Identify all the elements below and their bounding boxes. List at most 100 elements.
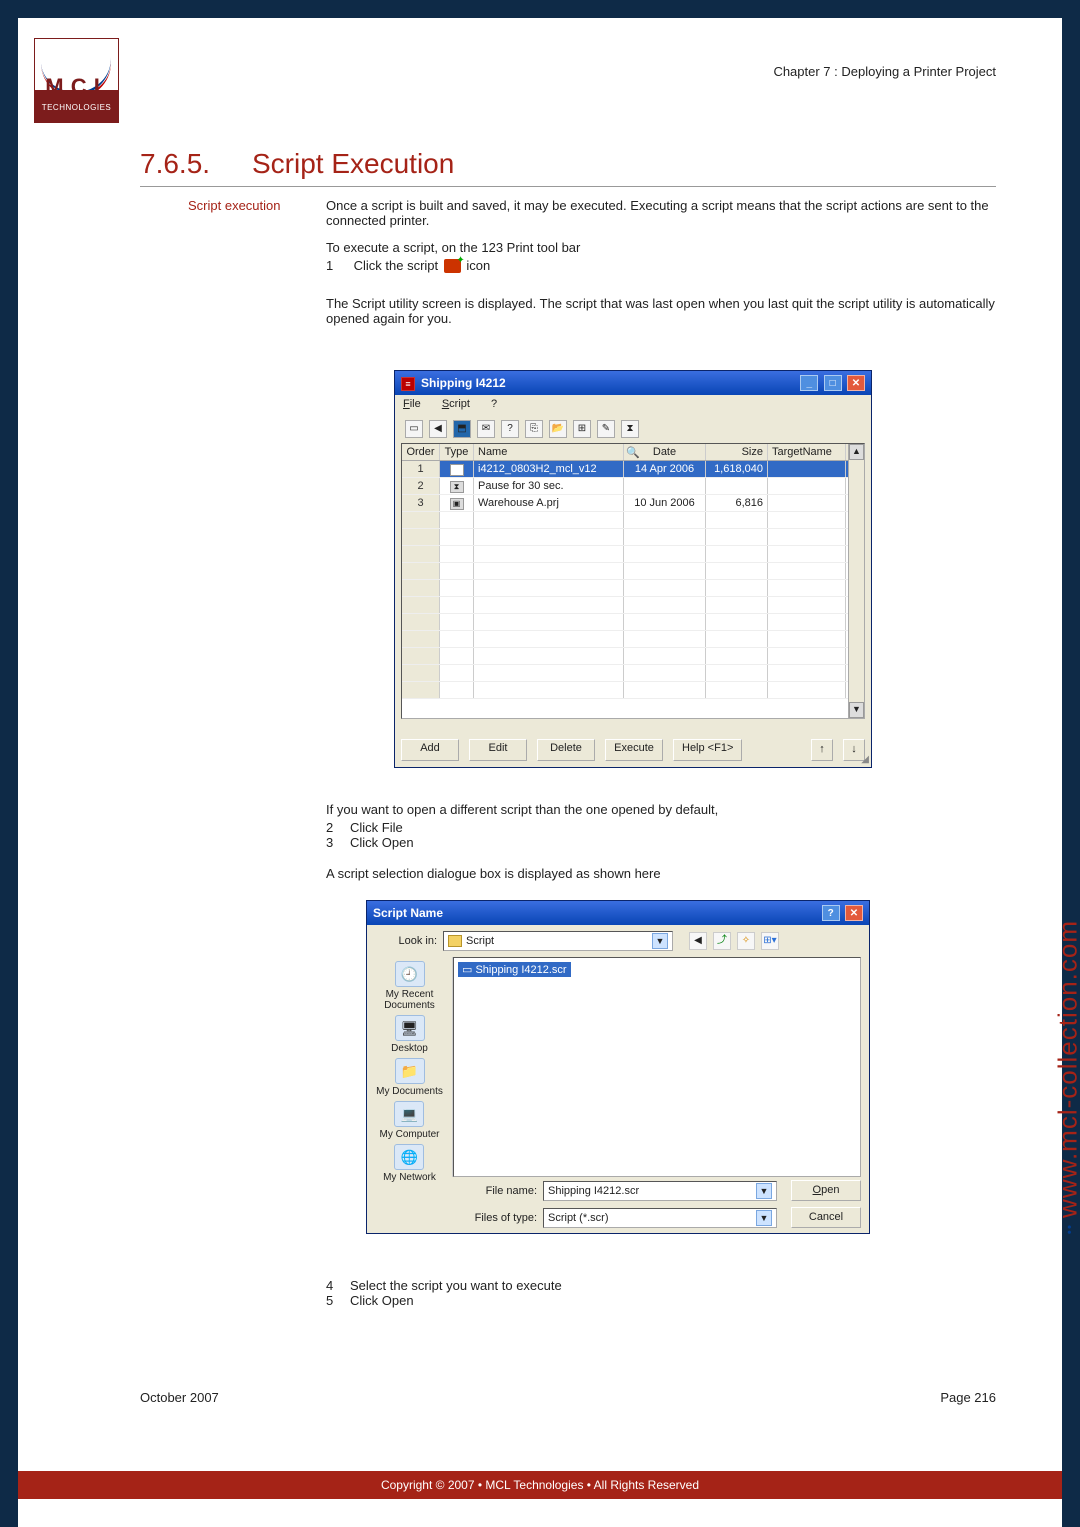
place-mydocs[interactable]: 📁My Documents xyxy=(376,1058,443,1097)
menu-help[interactable]: ? xyxy=(491,398,497,410)
win2-title: Script Name xyxy=(373,906,443,920)
toolbar-btn-4[interactable]: ✉ xyxy=(477,420,495,438)
win1-titlebar[interactable]: ≡ Shipping I4212 _ □ ✕ xyxy=(395,371,871,395)
dropdown-arrow-icon[interactable]: ▼ xyxy=(652,933,668,949)
grid-row-empty[interactable] xyxy=(402,682,864,699)
col-target[interactable]: TargetName xyxy=(768,444,846,460)
footer-page: Page 216 xyxy=(940,1390,996,1405)
grid-row-empty[interactable] xyxy=(402,631,864,648)
toolbar-btn-6[interactable]: ⎘ xyxy=(525,420,543,438)
dialog-close-button[interactable]: ✕ xyxy=(845,905,863,921)
toolbar-btn-8[interactable]: ⊞ xyxy=(573,420,591,438)
file-list-area[interactable]: Shipping I4212.scr xyxy=(453,957,861,1177)
delete-button[interactable]: Delete xyxy=(537,739,595,761)
right-frame-bar xyxy=(1062,0,1080,1527)
script-utility-window: ≡Shipping I4212 _ □ ✕ FFileile Script ? … xyxy=(394,370,872,768)
filename-input[interactable]: Shipping I4212.scr ▼ xyxy=(543,1181,777,1201)
filename-label: File name: xyxy=(459,1185,537,1197)
script-grid[interactable]: Order Type Name Date Size TargetName Mod… xyxy=(401,443,865,719)
grid-row-empty[interactable] xyxy=(402,529,864,546)
step-5-text: Click Open xyxy=(350,1293,414,1308)
close-button[interactable]: ✕ xyxy=(847,375,865,391)
side-url-dots-icon: •• xyxy=(1062,1224,1076,1234)
grid-row-empty[interactable] xyxy=(402,512,864,529)
edit-button[interactable]: Edit xyxy=(469,739,527,761)
recent-icon: 🕘 xyxy=(395,961,425,987)
filename-row: File name: Shipping I4212.scr ▼ Open xyxy=(367,1177,869,1204)
filetype-dd-arrow-icon[interactable]: ▼ xyxy=(756,1210,772,1226)
cancel-button[interactable]: Cancel xyxy=(791,1207,861,1228)
nav-newfolder-icon[interactable]: ✧ xyxy=(737,932,755,950)
grid-row-empty[interactable] xyxy=(402,648,864,665)
grid-row-empty[interactable] xyxy=(402,580,864,597)
grid-row-empty[interactable] xyxy=(402,597,864,614)
step-5-num: 5 xyxy=(326,1293,350,1308)
logo-mcl-text: M C L xyxy=(35,74,118,100)
toolbar-btn-10[interactable]: ⧗ xyxy=(621,420,639,438)
toolbar-btn-2[interactable]: ◀ xyxy=(429,420,447,438)
grid-row-empty[interactable] xyxy=(402,563,864,580)
win1-toolbar: ▭ ◀ ⬒ ✉ ? ⎘ 📂 ⊞ ✎ ⧗ xyxy=(395,415,871,443)
win1-app-icon: ≡ xyxy=(401,377,415,391)
place-mycomputer[interactable]: 💻My Computer xyxy=(379,1101,439,1140)
place-mynetwork[interactable]: 🌐My Network xyxy=(383,1144,436,1183)
place-desktop[interactable]: 🖥Desktop xyxy=(391,1015,428,1054)
row2-type-icon: ⧗ xyxy=(450,481,464,493)
nav-back-icon[interactable]: ◀ xyxy=(689,932,707,950)
step-3-text: Click Open xyxy=(350,835,414,850)
toolbar-btn-9[interactable]: ✎ xyxy=(597,420,615,438)
left-frame-bar xyxy=(0,0,18,1527)
minimize-button[interactable]: _ xyxy=(800,375,818,391)
step-1-num: 1 xyxy=(326,258,350,273)
resize-grip-icon[interactable]: ◢ xyxy=(861,754,869,765)
filename-dd-arrow-icon[interactable]: ▼ xyxy=(756,1183,772,1199)
grid-row-empty[interactable] xyxy=(402,665,864,682)
nav-views-icon[interactable]: ⊞▾ xyxy=(761,932,779,950)
grid-row-2[interactable]: 2 ⧗ Pause for 30 sec. <Default> xyxy=(402,478,864,495)
grid-row-1[interactable]: 1 ▭ i4212_0803H2_mcl_v12 14 Apr 2006 1,6… xyxy=(402,461,864,478)
steps-2-3: 2Click File 3Click Open xyxy=(326,820,414,850)
toolbar-btn-5[interactable]: ? xyxy=(501,420,519,438)
lookin-dropdown[interactable]: Script ▼ xyxy=(443,931,673,951)
folder-icon xyxy=(448,935,462,947)
grid-row-3[interactable]: 3 ▣ Warehouse A.prj 10 Jun 2006 6,816 <D… xyxy=(402,495,864,512)
row1-type-icon: ▭ xyxy=(450,464,464,476)
nav-up-icon[interactable]: ⤴ xyxy=(713,932,731,950)
para-toolbar-intro: To execute a script, on the 123 Print to… xyxy=(326,240,996,255)
open-button[interactable]: Open xyxy=(791,1180,861,1201)
toolbar-btn-1[interactable]: ▭ xyxy=(405,420,423,438)
col-type[interactable]: Type xyxy=(440,444,474,460)
section-number: 7.6.5. xyxy=(140,148,210,180)
move-up-button[interactable]: ↑ xyxy=(811,739,833,761)
col-name[interactable]: Name xyxy=(474,444,624,460)
win2-titlebar[interactable]: Script Name ? ✕ xyxy=(367,901,869,925)
dialog-help-button[interactable]: ? xyxy=(822,905,840,921)
step-2-text: Click File xyxy=(350,820,403,835)
scroll-up-icon[interactable]: ▲ xyxy=(849,444,864,460)
selected-file[interactable]: Shipping I4212.scr xyxy=(458,962,571,977)
win1-menubar: FFileile Script ? xyxy=(395,395,871,415)
filetype-dropdown[interactable]: Script (*.scr) ▼ xyxy=(543,1208,777,1228)
grid-row-empty[interactable] xyxy=(402,546,864,563)
place-recent[interactable]: 🕘My Recent Documents xyxy=(367,961,452,1011)
section-rule xyxy=(140,186,996,187)
lookin-row: Look in: Script ▼ ◀ ⤴ ✧ ⊞▾ xyxy=(367,925,869,957)
toolbar-btn-7[interactable]: 📂 xyxy=(549,420,567,438)
mynet-icon: 🌐 xyxy=(394,1144,424,1170)
para-dialog: A script selection dialogue box is displ… xyxy=(326,866,996,881)
menu-file[interactable]: FFileile xyxy=(403,398,421,410)
grid-scrollbar[interactable]: ▲ ▼ xyxy=(848,444,864,718)
scroll-down-icon[interactable]: ▼ xyxy=(849,702,864,718)
col-size[interactable]: Size xyxy=(706,444,768,460)
step-1-text-b: icon xyxy=(466,258,490,273)
filetype-row: Files of type: Script (*.scr) ▼ Cancel xyxy=(367,1204,869,1231)
win1-title: Shipping I4212 xyxy=(421,376,506,390)
help-button[interactable]: Help <F1> xyxy=(673,739,742,761)
maximize-button[interactable]: □ xyxy=(824,375,842,391)
execute-button[interactable]: Execute xyxy=(605,739,663,761)
toolbar-btn-3[interactable]: ⬒ xyxy=(453,420,471,438)
add-button[interactable]: Add xyxy=(401,739,459,761)
grid-row-empty[interactable] xyxy=(402,614,864,631)
menu-script[interactable]: Script xyxy=(442,398,470,410)
col-order[interactable]: Order xyxy=(402,444,440,460)
